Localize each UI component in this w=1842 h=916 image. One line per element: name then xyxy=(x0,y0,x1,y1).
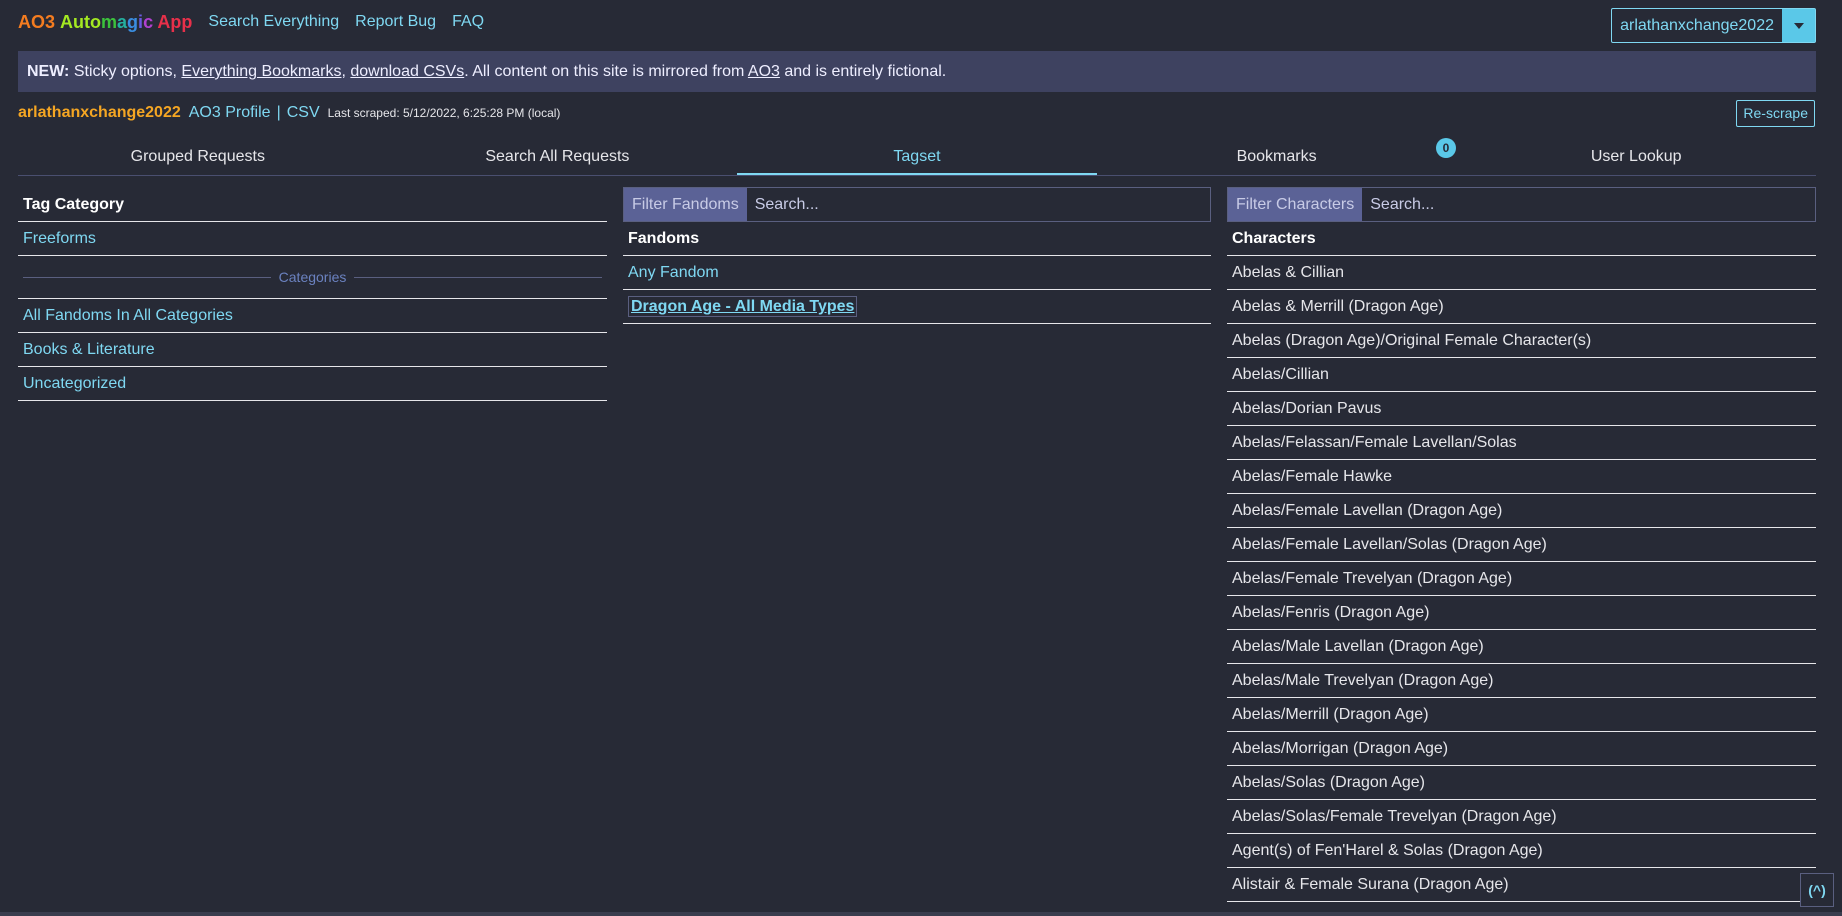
character-item[interactable]: Abelas/Female Trevelyan (Dragon Age) xyxy=(1227,562,1816,596)
tag-category-panel: Tag Category Freeforms Categories All Fa… xyxy=(18,187,607,401)
character-item[interactable]: Alistair & Female Surana (Dragon Age) xyxy=(1227,868,1816,902)
filter-fandoms-label: Filter Fandoms xyxy=(624,188,747,221)
banner-text: Sticky options, xyxy=(69,63,182,80)
app-logo[interactable]: AO3 Automagic App xyxy=(18,12,192,33)
logo-text-part: a xyxy=(117,11,128,32)
tab-grouped-requests[interactable]: Grouped Requests xyxy=(18,140,378,175)
characters-heading: Characters xyxy=(1227,222,1816,256)
tag-category-item-freeforms[interactable]: Freeforms xyxy=(18,222,607,256)
character-item[interactable]: Abelas/Solas (Dragon Age) xyxy=(1227,766,1816,800)
fandoms-heading: Fandoms xyxy=(623,222,1211,256)
fandom-item-selected[interactable]: Dragon Age - All Media Types xyxy=(623,290,1211,324)
character-item[interactable]: Abelas/Solas/Female Trevelyan (Dragon Ag… xyxy=(1227,800,1816,834)
character-item[interactable]: Abelas/Felassan/Female Lavellan/Solas xyxy=(1227,426,1816,460)
chevron-down-icon[interactable] xyxy=(1782,9,1815,42)
character-item[interactable]: Abelas/Merrill (Dragon Age) xyxy=(1227,698,1816,732)
tab-user-lookup[interactable]: User Lookup xyxy=(1456,140,1816,175)
tab-bookmarks[interactable]: Bookmarks xyxy=(1097,140,1457,175)
divider-line xyxy=(354,276,603,278)
character-item[interactable]: Abelas/Male Lavellan (Dragon Age) xyxy=(1227,630,1816,664)
filter-characters: Filter Characters xyxy=(1227,187,1816,222)
fandom-search-input[interactable] xyxy=(746,188,1210,221)
character-item[interactable]: Abelas/Female Lavellan/Solas (Dragon Age… xyxy=(1227,528,1816,562)
characters-panel: Filter Characters Characters Abelas & Ci… xyxy=(1227,187,1816,902)
announcement-banner: NEW: Sticky options, Everything Bookmark… xyxy=(18,51,1816,92)
ao3-profile-link[interactable]: AO3 Profile xyxy=(189,104,271,122)
user-dropdown-label[interactable]: arlathanxchange2022 xyxy=(1612,9,1782,42)
character-item[interactable]: Abelas/Morrigan (Dragon Age) xyxy=(1227,732,1816,766)
tab-tagset[interactable]: Tagset xyxy=(737,140,1097,175)
logo-text-part: Auto xyxy=(60,11,102,32)
logo-text-part: App xyxy=(153,11,193,32)
character-item[interactable]: Agent(s) of Fen'Harel & Solas (Dragon Ag… xyxy=(1227,834,1816,868)
user-info-row: arlathanxchange2022 AO3 Profile | CSV La… xyxy=(18,102,560,124)
filter-fandoms: Filter Fandoms xyxy=(623,187,1211,222)
banner-text: . All content on this site is mirrored f… xyxy=(464,63,748,80)
tag-category-item[interactable]: All Fandoms In All Categories xyxy=(18,299,607,333)
nav-faq[interactable]: FAQ xyxy=(452,13,484,31)
tab-search-all-requests[interactable]: Search All Requests xyxy=(378,140,738,175)
character-item[interactable]: Abelas/Female Lavellan (Dragon Age) xyxy=(1227,494,1816,528)
ao3-link[interactable]: AO3 xyxy=(748,63,780,80)
character-list: Abelas & Cillian Abelas & Merrill (Dragon… xyxy=(1227,256,1816,902)
character-item[interactable]: Abelas/Male Trevelyan (Dragon Age) xyxy=(1227,664,1816,698)
categories-divider-label: Categories xyxy=(278,269,347,285)
character-item[interactable]: Abelas/Dorian Pavus xyxy=(1227,392,1816,426)
selected-fandom-label[interactable]: Dragon Age - All Media Types xyxy=(628,296,858,317)
character-item[interactable]: Abelas & Cillian xyxy=(1227,256,1816,290)
categories-divider: Categories xyxy=(18,256,607,299)
character-item[interactable]: Abelas & Merrill (Dragon Age) xyxy=(1227,290,1816,324)
logo-text-part: AO3 xyxy=(18,11,56,32)
everything-bookmarks-link[interactable]: Everything Bookmarks xyxy=(181,63,341,80)
divider-line xyxy=(23,276,271,278)
character-search-input[interactable] xyxy=(1362,188,1815,221)
character-item[interactable]: Abelas/Cillian xyxy=(1227,358,1816,392)
banner-text: and is entirely fictional. xyxy=(779,63,947,80)
csv-link[interactable]: CSV xyxy=(287,104,320,122)
last-scraped-text: Last scraped: 5/12/2022, 6:25:28 PM (loc… xyxy=(327,106,561,120)
character-item[interactable]: Abelas (Dragon Age)/Original Female Char… xyxy=(1227,324,1816,358)
character-item[interactable]: Abelas/Female Hawke xyxy=(1227,460,1816,494)
filter-characters-label: Filter Characters xyxy=(1228,188,1363,221)
page-bottom-edge xyxy=(0,912,1842,916)
fandom-item[interactable]: Any Fandom xyxy=(623,256,1211,290)
rescrape-button[interactable]: Re-scrape xyxy=(1736,100,1815,127)
tag-category-item[interactable]: Books & Literature xyxy=(18,333,607,367)
user-dropdown[interactable]: arlathanxchange2022 xyxy=(1611,8,1816,43)
bookmarks-count-badge: 0 xyxy=(1436,138,1456,158)
character-item[interactable]: Abelas/Fenris (Dragon Age) xyxy=(1227,596,1816,630)
scroll-to-top-button[interactable]: (^) xyxy=(1800,873,1834,907)
top-nav: AO3 Automagic App Search Everything Repo… xyxy=(18,10,492,34)
nav-search-everything[interactable]: Search Everything xyxy=(208,13,339,31)
tag-category-heading: Tag Category xyxy=(18,187,607,222)
download-csvs-link[interactable]: download CSVs xyxy=(350,63,464,80)
logo-text-part: c xyxy=(143,11,154,32)
nav-report-bug[interactable]: Report Bug xyxy=(355,13,436,31)
fandoms-panel: Filter Fandoms Fandoms Any Fandom Dragon… xyxy=(623,187,1211,324)
logo-text-part: g xyxy=(127,11,139,32)
current-username: arlathanxchange2022 xyxy=(18,104,181,121)
logo-text-part: m xyxy=(101,11,118,32)
tag-category-item[interactable]: Uncategorized xyxy=(18,367,607,401)
separator: | xyxy=(276,104,281,121)
banner-new-label: NEW: xyxy=(27,63,70,80)
main-tabs: Grouped Requests Search All Requests Tag… xyxy=(18,140,1816,176)
